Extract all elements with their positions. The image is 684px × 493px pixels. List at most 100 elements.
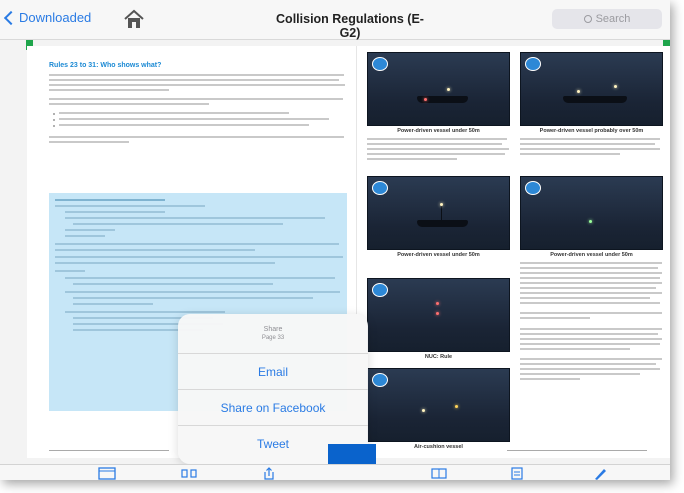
page-footer-right	[507, 450, 647, 451]
ship-lights-image	[367, 368, 510, 442]
share-popover-title: Share	[263, 326, 283, 333]
ship-lights-image	[367, 278, 510, 352]
text-line	[520, 302, 660, 304]
masthead-light	[439, 202, 443, 206]
back-button-label: Downloaded	[19, 10, 92, 25]
text-line	[520, 267, 658, 269]
text-line	[520, 348, 630, 350]
text-line	[520, 312, 662, 314]
text-line	[520, 272, 662, 274]
bullet-point	[53, 113, 55, 115]
image-caption: Power-driven vessel under 50m	[550, 252, 633, 258]
text-line	[49, 84, 345, 86]
thumbnails-icon[interactable]	[180, 467, 198, 480]
nuc-light	[435, 312, 439, 316]
image-badge-icon	[372, 373, 388, 387]
text-line	[367, 158, 457, 160]
ship-lights-image	[367, 176, 510, 250]
text-line	[65, 229, 115, 231]
calendar-icon[interactable]	[98, 467, 116, 480]
text-line	[55, 205, 205, 207]
nuc-light	[435, 302, 439, 306]
text-line	[520, 262, 662, 264]
text-line	[73, 303, 153, 305]
text-line	[520, 287, 656, 289]
image-caption: Power-driven vessel under 50m	[397, 128, 480, 134]
text-line	[520, 292, 662, 294]
search-field[interactable]: Search	[552, 9, 662, 29]
page-footer-left	[49, 450, 169, 451]
pen-icon[interactable]	[592, 467, 608, 480]
image-badge-icon	[372, 57, 388, 71]
share-popover-subtitle: Page 33	[261, 335, 285, 341]
right-page: Power-driven vessel under 50m Power-driv…	[357, 46, 670, 458]
flashing-light	[455, 405, 459, 408]
text-line	[65, 311, 225, 313]
image-caption: Air-cushion vessel	[414, 444, 463, 450]
text-line	[59, 112, 289, 114]
image-badge-icon	[525, 57, 541, 71]
text-line	[49, 74, 344, 76]
text-line	[520, 358, 662, 360]
share-email-option[interactable]: Email	[178, 354, 368, 390]
text-line	[65, 277, 335, 279]
text-line	[73, 223, 283, 225]
search-icon	[583, 15, 592, 23]
text-line	[520, 333, 658, 335]
text-line	[55, 249, 255, 251]
ship-silhouette	[563, 96, 627, 104]
text-line	[49, 141, 129, 143]
notes-icon[interactable]	[510, 467, 524, 480]
side-light	[588, 220, 592, 224]
text-line	[49, 103, 209, 105]
search-placeholder: Search	[595, 13, 631, 25]
bullet-point	[53, 125, 55, 127]
image-caption: Power-driven vessel probably over 50m	[539, 128, 644, 134]
top-navigation-bar: Downloaded Collision Regulations (E-G2) …	[0, 0, 670, 40]
text-line	[520, 328, 662, 330]
text-line	[73, 297, 313, 299]
text-line	[520, 317, 590, 319]
text-line	[55, 262, 275, 264]
text-line	[55, 270, 85, 272]
text-line	[520, 343, 660, 345]
text-line	[520, 277, 660, 279]
document-title: Collision Regulations (E-G2)	[276, 12, 424, 40]
text-line	[49, 98, 343, 100]
chevron-left-icon	[3, 10, 19, 25]
text-line	[49, 89, 169, 91]
back-button[interactable]: Downloaded	[3, 10, 92, 25]
text-line	[65, 235, 105, 237]
masthead-light	[614, 84, 618, 88]
text-line	[520, 368, 660, 370]
share-popover-header: Share Page 33	[178, 314, 368, 354]
ship-silhouette	[417, 220, 469, 228]
text-line	[65, 211, 165, 213]
text-line	[73, 283, 273, 285]
ship-lights-image	[520, 52, 663, 126]
text-line	[49, 79, 339, 81]
image-caption: NUC: Rule	[424, 354, 453, 360]
share-icon[interactable]	[262, 467, 276, 480]
book-icon[interactable]	[430, 467, 448, 480]
rule-heading: Rules 23 to 31: Who shows what?	[49, 62, 162, 69]
text-line	[520, 143, 655, 145]
text-line	[520, 138, 660, 140]
text-line	[367, 148, 509, 150]
text-line	[520, 373, 640, 375]
ship-mast	[441, 204, 443, 221]
text-line	[520, 153, 620, 155]
text-line	[520, 148, 660, 150]
text-line	[65, 291, 340, 293]
text-line	[59, 124, 309, 126]
text-line	[59, 118, 329, 120]
text-line	[520, 363, 656, 365]
text-line	[55, 199, 165, 201]
text-line	[367, 138, 507, 140]
text-line	[49, 136, 344, 138]
bottom-toolbar	[0, 464, 670, 480]
text-line	[367, 143, 502, 145]
home-icon[interactable]	[123, 9, 145, 29]
share-facebook-option[interactable]: Share on Facebook	[178, 390, 368, 426]
text-line	[367, 153, 505, 155]
